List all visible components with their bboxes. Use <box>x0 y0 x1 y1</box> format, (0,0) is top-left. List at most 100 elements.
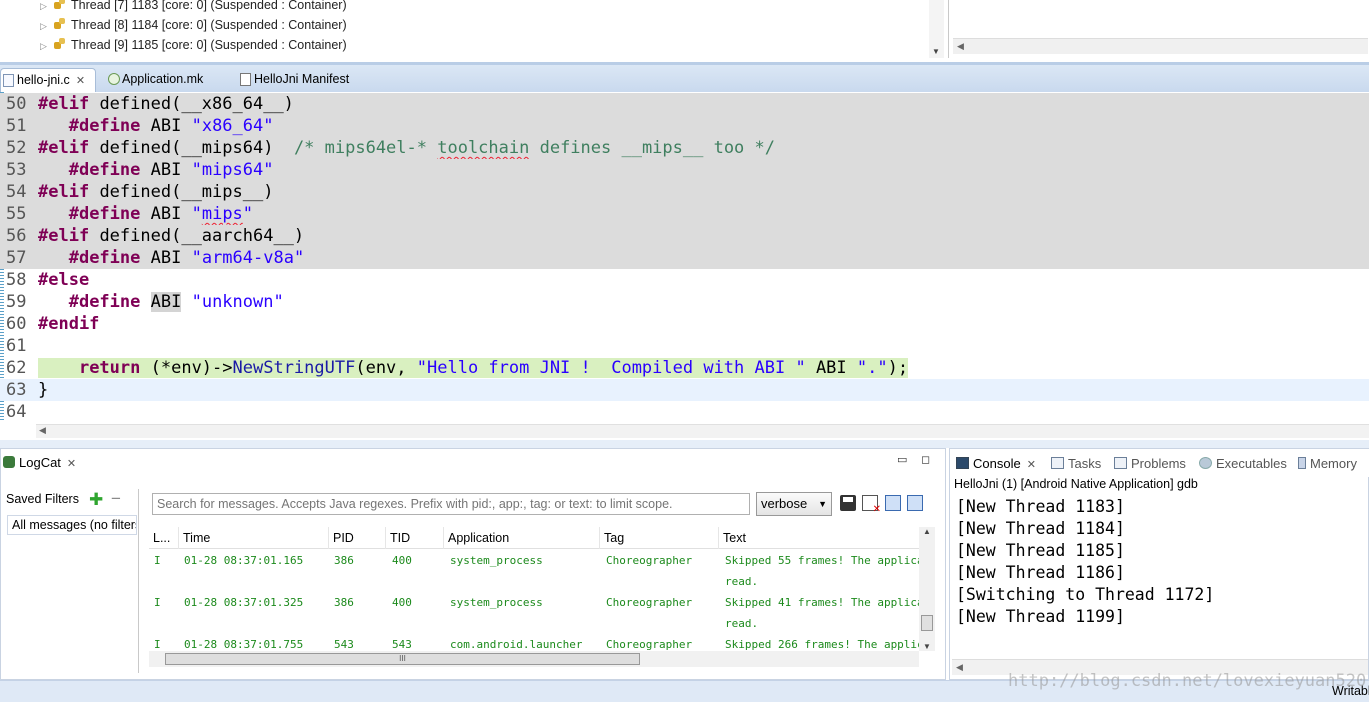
code-token: "unknown" <box>191 292 284 312</box>
tab-console[interactable]: Console ✕ <box>956 454 1036 474</box>
column-header-level[interactable]: L... <box>149 527 179 549</box>
thread-row[interactable]: ▷ Thread [7] 1183 [core: 0] (Suspended : … <box>40 0 347 15</box>
code-token: defined <box>99 182 172 202</box>
tasks-icon <box>1051 457 1064 469</box>
filter-item-all-messages[interactable]: All messages (no filters) <box>7 515 137 535</box>
scroll-thumb[interactable] <box>921 615 933 631</box>
code-line[interactable]: 51 #define ABI "x86_64" <box>0 115 1369 137</box>
scroll-down-icon[interactable]: ▼ <box>923 642 931 651</box>
line-number: 50 <box>6 94 27 114</box>
expand-arrow-icon[interactable]: ▷ <box>40 36 52 56</box>
log-messages-table[interactable]: L... Time PID TID Application Tag Text I… <box>149 527 919 651</box>
log-pid: 543 <box>334 638 354 651</box>
log-horizontal-scrollbar[interactable]: III <box>149 651 919 667</box>
thread-row[interactable]: ▷ Thread [8] 1184 [core: 0] (Suspended : … <box>40 15 347 35</box>
log-application: system_process <box>450 596 543 609</box>
code-line[interactable]: 53 #define ABI "mips64" <box>0 159 1369 181</box>
log-level-select[interactable]: verbose ▼ <box>756 492 832 516</box>
save-log-icon[interactable] <box>840 495 856 511</box>
log-tag: Choreographer <box>606 554 693 567</box>
line-number: 51 <box>6 116 27 136</box>
code-line[interactable]: 50 #elif defined(__x86_64__) <box>0 93 1369 115</box>
code-line[interactable]: 58 #else <box>0 269 1369 291</box>
expand-arrow-icon[interactable]: ▷ <box>40 16 52 36</box>
column-header-tag[interactable]: Tag <box>600 527 719 549</box>
tab-logcat[interactable]: LogCat ✕ <box>3 453 76 473</box>
code-token: "mips64" <box>191 160 274 180</box>
close-icon[interactable]: ✕ <box>1027 459 1036 471</box>
remove-filter-icon[interactable]: − <box>111 489 121 509</box>
tab-hellojni-manifest[interactable]: HelloJni Manifest <box>238 68 349 92</box>
line-number: 62 <box>6 358 27 378</box>
code-token: ABI <box>150 160 182 180</box>
code-line[interactable]: 63} <box>0 379 1369 401</box>
console-line: [New Thread 1199] <box>956 607 1125 626</box>
tab-hello-jni-c[interactable]: hello-jni.c ✕ <box>0 68 96 92</box>
tab-problems[interactable]: Problems <box>1114 454 1186 474</box>
code-token: #else <box>38 270 90 290</box>
code-line[interactable]: 59 #define ABI "unknown" <box>0 291 1369 313</box>
threads-vertical-scrollbar[interactable]: ▼ <box>929 0 944 58</box>
code-line[interactable]: 64 <box>0 401 1369 423</box>
code-line[interactable]: 61 <box>0 335 1369 357</box>
clear-log-icon[interactable] <box>862 495 881 515</box>
tab-memory[interactable]: Memory <box>1298 454 1357 474</box>
log-tag: Choreographer <box>606 596 693 609</box>
code-line[interactable]: 54 #elif defined(__mips__) <box>0 181 1369 203</box>
line-number: 59 <box>6 292 27 312</box>
scroll-down-icon[interactable]: ▼ <box>932 47 940 56</box>
logcat-search-input[interactable] <box>152 493 750 515</box>
scroll-up-icon[interactable]: ▲ <box>923 527 931 536</box>
table-row[interactable]: I 01-28 08:37:01.325 386 400 system_proc… <box>149 592 919 634</box>
saved-filters-label: Saved Filters <box>6 492 79 506</box>
code-token: #elif <box>38 138 90 158</box>
log-vertical-scrollbar[interactable]: ▲ ▼ <box>919 527 935 651</box>
minimize-icon[interactable]: ▭ <box>897 453 907 466</box>
column-header-pid[interactable]: PID <box>329 527 386 549</box>
column-header-text[interactable]: Text <box>719 527 919 549</box>
column-header-application[interactable]: Application <box>444 527 600 549</box>
scroll-left-icon[interactable]: ◀ <box>39 425 46 436</box>
code-line[interactable]: 55 #define ABI "mips" <box>0 203 1369 225</box>
maximize-icon[interactable]: ◻ <box>921 453 930 466</box>
log-tid: 400 <box>392 554 412 567</box>
close-icon[interactable]: ✕ <box>76 75 85 87</box>
log-text: Skipped 41 frames! The application may b… <box>725 596 919 609</box>
toggle-columns-icon[interactable] <box>885 495 901 511</box>
tab-label: Console <box>973 456 1021 471</box>
scroll-left-icon[interactable]: ◀ <box>956 662 963 673</box>
table-row[interactable]: I 01-28 08:37:01.755 543 543 com.android… <box>149 634 919 651</box>
code-line[interactable]: 57 #define ABI "arm64-v8a" <box>0 247 1369 269</box>
log-tag: Choreographer <box>606 638 693 651</box>
log-level-value: verbose <box>761 496 808 511</box>
logcat-icon <box>3 456 15 468</box>
code-token: ABI <box>150 116 182 136</box>
add-filter-icon[interactable]: ✚ <box>89 490 103 510</box>
code-line[interactable]: 52 #elif defined(__mips64) /* mips64el-* … <box>0 137 1369 159</box>
table-row[interactable]: I 01-28 08:37:01.165 386 400 system_proc… <box>149 550 919 592</box>
details-horizontal-scrollbar[interactable]: ◀ <box>953 38 1368 54</box>
table-header: L... Time PID TID Application Tag Text <box>149 527 919 549</box>
scroll-thumb[interactable]: III <box>165 653 640 665</box>
code-line[interactable]: 56 #elif defined(__aarch64__) <box>0 225 1369 247</box>
code-line[interactable]: 60 #endif <box>0 313 1369 335</box>
log-tid: 543 <box>392 638 412 651</box>
column-header-tid[interactable]: TID <box>386 527 444 549</box>
expand-arrow-icon[interactable]: ▷ <box>40 0 52 16</box>
code-editor[interactable]: 50 #elif defined(__x86_64__) 51 #define A… <box>0 92 1369 440</box>
editor-horizontal-scrollbar[interactable]: ◀ <box>36 424 1369 438</box>
code-token: ABI <box>150 204 182 224</box>
thread-row[interactable]: ▷ Thread [9] 1185 [core: 0] (Suspended : … <box>40 35 347 55</box>
dropdown-arrow-icon: ▼ <box>818 499 827 509</box>
column-header-time[interactable]: Time <box>179 527 329 549</box>
panel-separator[interactable] <box>0 440 1369 448</box>
tab-executables[interactable]: Executables <box>1199 454 1287 474</box>
code-token: defined <box>99 94 172 114</box>
console-line: [Switching to Thread 1172] <box>956 585 1215 604</box>
scroll-left-icon[interactable]: ◀ <box>957 41 964 52</box>
scroll-lock-icon[interactable] <box>907 495 923 511</box>
code-line[interactable]: 62 return (*env)->NewStringUTF(env, "Hel… <box>0 357 1369 379</box>
close-icon[interactable]: ✕ <box>67 458 76 470</box>
tab-application-mk[interactable]: Application.mk <box>106 68 203 92</box>
tab-tasks[interactable]: Tasks <box>1051 454 1101 474</box>
